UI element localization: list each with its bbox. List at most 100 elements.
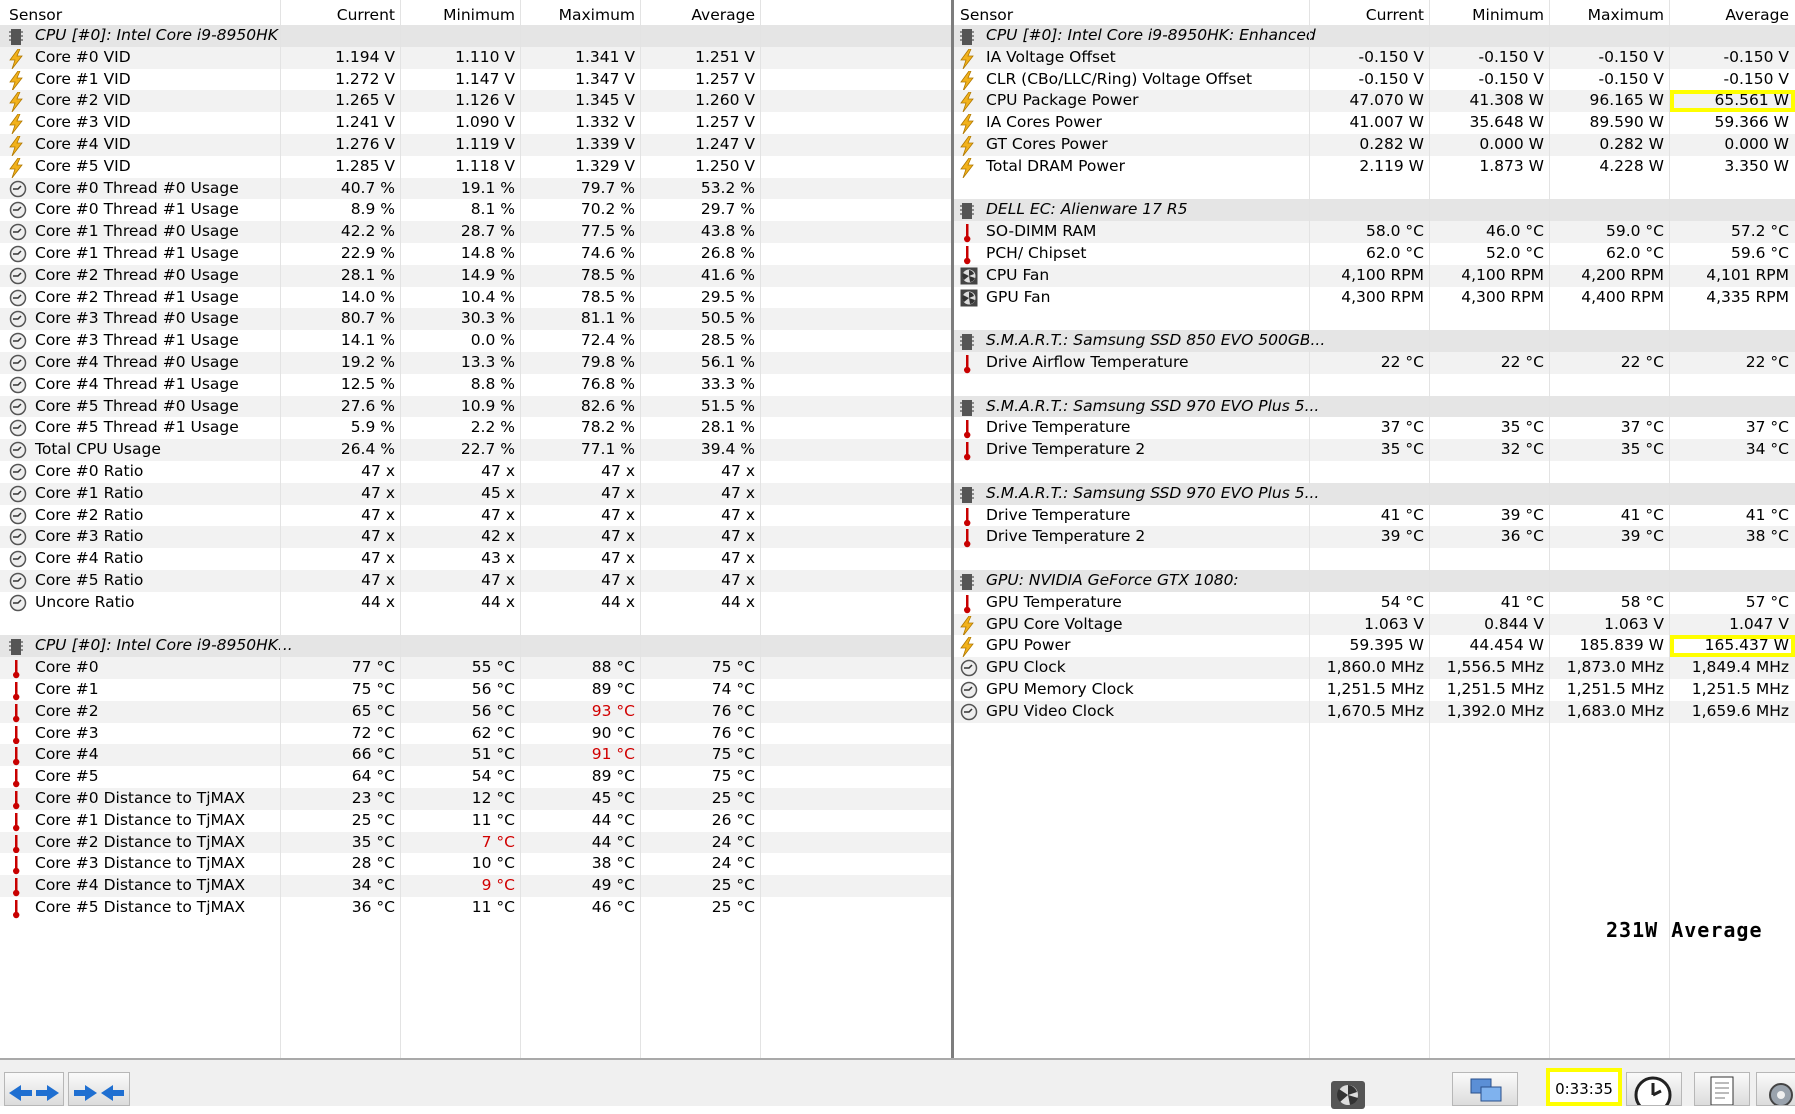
arrows-left-right-button[interactable]	[4, 1072, 64, 1106]
value-minimum: 52.0 °C	[1485, 244, 1544, 262]
value-current: 14.1 %	[340, 331, 395, 350]
right-sensor-pane[interactable]: Sensor Current Minimum Maximum Average C…	[954, 0, 1795, 1058]
value-minimum: 7 °C	[481, 832, 515, 851]
value-minimum: 11 °C	[471, 810, 515, 829]
value-average: 76 °C	[711, 701, 755, 720]
sensor-row[interactable]: Core #0 77 °C 55 °C 88 °C 75 °C	[0, 657, 953, 679]
sensor-row[interactable]: Core #1 VID 1.272 V 1.147 V 1.347 V 1.257 V	[0, 69, 953, 91]
sensor-row[interactable]: Core #3 72 °C 62 °C 90 °C 76 °C	[0, 723, 953, 745]
value-average: 25 °C	[711, 898, 755, 916]
sensor-label: CLR (CBo/LLC/Ring) Voltage Offset	[986, 69, 1253, 88]
sensor-row[interactable]: Core #4 Distance to TjMAX 34 °C 9 °C 49 °C 2…	[0, 875, 953, 897]
value-minimum: 1,392.0 MHz	[1446, 701, 1544, 720]
sensor-row[interactable]: Core #5 Ratio 47 x 47 x 47 x 47 x	[0, 570, 953, 592]
sensor-row[interactable]: Core #4 Thread #1 Usage 12.5 % 8.8 % 76.8 %…	[0, 374, 953, 396]
sensor-row[interactable]: Core #5 Thread #0 Usage 27.6 % 10.9 % 82.6 …	[0, 395, 953, 418]
sensor-row[interactable]: Core #2 65 °C 56 °C 93 °C 76 °C	[0, 700, 953, 723]
sensor-label: Core #3 Thread #0 Usage	[35, 309, 239, 328]
arrows-collapse-button[interactable]	[68, 1072, 130, 1106]
sensor-name: Core #2 Distance to TjMAX	[9, 832, 281, 854]
sensor-row[interactable]: Core #1 Ratio 47 x 45 x 47 x 47 x	[0, 482, 953, 505]
value-current: 72 °C	[351, 723, 395, 742]
value-maximum: 41 °C	[1620, 505, 1664, 524]
value-average: 24 °C	[711, 832, 755, 851]
sensor-row[interactable]: Core #1 Thread #1 Usage 22.9 % 14.8 % 74.6 …	[0, 243, 953, 265]
sensor-name: GPU Core Voltage	[960, 614, 1310, 636]
value-current: 4,300 RPM	[1341, 287, 1424, 306]
value-minimum: 8.8 %	[470, 374, 515, 393]
sensor-group-name: S.M.A.R.T.: Samsung SSD 970 EVO Plus 5..…	[986, 483, 1320, 502]
sensor-row[interactable]: Core #5 Distance to TjMAX 36 °C 11 °C 46 °C…	[0, 897, 953, 919]
lightning-bolt-icon	[960, 69, 978, 91]
gauge-clock-icon	[9, 417, 27, 439]
sensor-name: Core #5	[9, 766, 281, 788]
sensor-label: Core #2	[35, 701, 99, 720]
sensor-row[interactable]: Core #3 Ratio 47 x 42 x 47 x 47 x	[0, 526, 953, 549]
value-maximum: -0.150 V	[1598, 47, 1665, 66]
sensor-row[interactable]: Core #3 Thread #1 Usage 14.1 % 0.0 % 72.4 %…	[0, 330, 953, 352]
sensor-row[interactable]: Core #1 Distance to TjMAX 25 °C 11 °C 44 °C…	[0, 810, 953, 832]
fan-status-icon[interactable]	[1330, 1080, 1366, 1109]
sensor-row[interactable]: Core #4 VID 1.276 V 1.119 V 1.339 V 1.247 V	[0, 134, 953, 156]
sensor-row[interactable]: Core #2 Thread #0 Usage 28.1 % 14.9 % 78.5 …	[0, 264, 953, 287]
value-minimum: 1.119 V	[455, 135, 515, 153]
sensor-row[interactable]: Core #2 VID 1.265 V 1.126 V 1.345 V 1.260 V	[0, 90, 953, 113]
sensor-group-name: CPU [#0]: Intel Core i9-8950HK: Enhanced	[986, 26, 1316, 44]
sensor-row[interactable]: Core #0 Thread #1 Usage 8.9 % 8.1 % 70.2 % 2…	[0, 199, 953, 221]
sensor-label: Core #0 Thread #0 Usage	[35, 178, 239, 197]
value-current: 35 °C	[351, 832, 395, 851]
sensor-row[interactable]: Core #0 Ratio 47 x 47 x 47 x 47 x	[0, 461, 953, 483]
sensor-name: CLR (CBo/LLC/Ring) Voltage Offset	[960, 69, 1310, 91]
thermometer-icon	[960, 505, 978, 527]
sensor-name: Total CPU Usage	[9, 439, 281, 461]
report-button[interactable]	[1694, 1072, 1750, 1106]
value-minimum: 56 °C	[471, 701, 515, 720]
thermometer-icon	[960, 352, 978, 374]
sensor-row[interactable]: Core #1 Thread #0 Usage 42.2 % 28.7 % 77.5 …	[0, 221, 953, 243]
value-minimum: 1.090 V	[455, 113, 515, 132]
sensor-row[interactable]: Core #5 64 °C 54 °C 89 °C 75 °C	[0, 766, 953, 788]
settings-button[interactable]	[1756, 1072, 1795, 1107]
value-maximum: 79.8 %	[580, 353, 635, 371]
sensor-name: GPU Power	[960, 635, 1310, 658]
sensor-row[interactable]: Total CPU Usage 26.4 % 22.7 % 77.1 % 39.4 %	[0, 439, 953, 461]
value-average: -0.150 V	[1723, 47, 1790, 66]
sensor-name: Core #0 Thread #1 Usage	[9, 199, 281, 221]
value-maximum: 37 °C	[1620, 418, 1664, 437]
sensor-label: Core #4 Thread #1 Usage	[35, 374, 239, 393]
sensor-row[interactable]: Core #0 Thread #0 Usage 40.7 % 19.1 % 79.7 …	[0, 177, 953, 200]
value-maximum: 185.839 W	[1579, 636, 1664, 655]
network-button[interactable]	[1452, 1072, 1518, 1106]
sensor-row[interactable]: Core #4 66 °C 51 °C 91 °C 75 °C	[0, 744, 953, 767]
value-minimum: 28.7 %	[460, 222, 515, 241]
sensor-row[interactable]: Core #1 75 °C 56 °C 89 °C 74 °C	[0, 679, 953, 701]
sensor-group-name: S.M.A.R.T.: Samsung SSD 970 EVO Plus 5..…	[986, 396, 1320, 415]
left-sensor-pane[interactable]: Sensor Current Minimum Maximum Average C…	[0, 0, 953, 1058]
gauge-clock-icon	[9, 330, 27, 352]
sensor-row[interactable]: Core #0 Distance to TjMAX 23 °C 12 °C 45 °C…	[0, 788, 953, 810]
sensor-row[interactable]: Core #0 VID 1.194 V 1.110 V 1.341 V 1.251 V	[0, 46, 953, 69]
sensor-row[interactable]: Core #2 Ratio 47 x 47 x 47 x 47 x	[0, 505, 953, 527]
sensor-row[interactable]: Core #3 VID 1.241 V 1.090 V 1.332 V 1.257 V	[0, 112, 953, 134]
value-average: 26.8 %	[700, 244, 755, 262]
sensor-group-header[interactable]: CPU [#0]: Intel Core i9-8950HK	[0, 25, 953, 47]
sensor-row[interactable]: Uncore Ratio 44 x 44 x 44 x 44 x	[0, 592, 953, 614]
chip-icon	[9, 635, 27, 657]
sensor-row[interactable]: Core #3 Thread #0 Usage 80.7 % 30.3 % 81.1 …	[0, 308, 953, 331]
sensor-row[interactable]: Core #3 Distance to TjMAX 28 °C 10 °C 38 °C…	[0, 853, 953, 875]
value-average: 37 °C	[1745, 418, 1789, 437]
sensor-row[interactable]: Core #5 Thread #1 Usage 5.9 % 2.2 % 78.2 % 2…	[0, 417, 953, 439]
clock-button[interactable]	[1626, 1072, 1682, 1114]
thermometer-icon	[9, 657, 27, 679]
sensor-group-header[interactable]: CPU [#0]: Intel Core i9-8950HK...	[0, 635, 953, 658]
value-maximum: 1,251.5 MHz	[1566, 680, 1664, 698]
sensor-label: IA Voltage Offset	[986, 47, 1116, 66]
sensor-row[interactable]: Core #4 Ratio 47 x 43 x 47 x 47 x	[0, 548, 953, 570]
average-power-annotation: 231W Average	[1606, 918, 1763, 942]
sensor-row[interactable]: Core #5 VID 1.285 V 1.118 V 1.329 V 1.250 V	[0, 156, 953, 178]
sensor-row[interactable]: Core #2 Thread #1 Usage 14.0 % 10.4 % 78.5 …	[0, 287, 953, 309]
value-minimum: 47 x	[481, 571, 515, 589]
sensor-row[interactable]: Core #4 Thread #0 Usage 19.2 % 13.3 % 79.8 …	[0, 352, 953, 374]
sensor-label: Core #0 Ratio	[35, 462, 144, 480]
sensor-row[interactable]: Core #2 Distance to TjMAX 35 °C 7 °C 44 °C 2…	[0, 831, 953, 854]
